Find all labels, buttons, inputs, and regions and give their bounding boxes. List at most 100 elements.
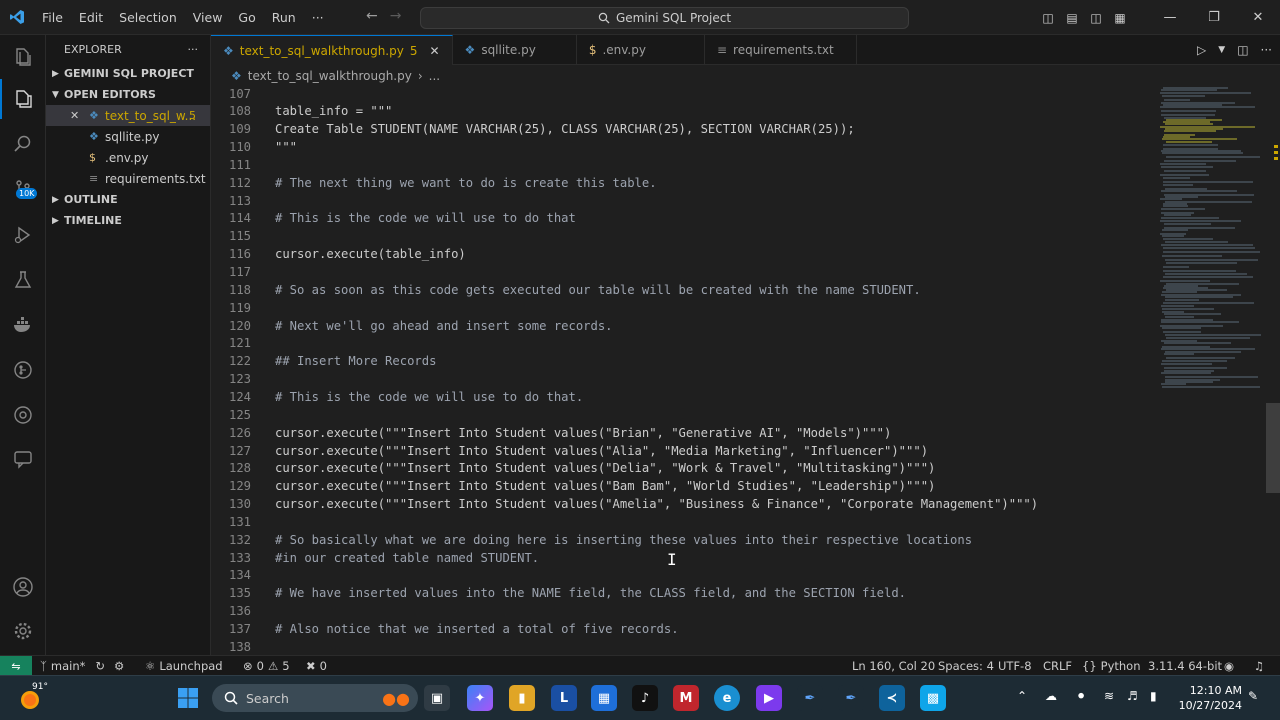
pen-tool-2-icon[interactable]: ✒ xyxy=(838,685,864,711)
more-actions-icon[interactable]: ··· xyxy=(188,43,199,56)
windows-start-icon[interactable] xyxy=(175,685,201,711)
breadcrumb-more[interactable]: ... xyxy=(429,69,440,83)
docker-icon[interactable] xyxy=(0,305,46,345)
remote-desktop-icon[interactable]: ▩ xyxy=(920,685,946,711)
notification-icon[interactable]: ✎ xyxy=(1248,689,1258,703)
code-line[interactable]: 120 # Next we'll go ahead and insert some… xyxy=(211,318,1151,336)
task-view-icon[interactable]: ▣ xyxy=(424,685,450,711)
close-tab-icon[interactable]: ✕ xyxy=(429,44,439,58)
code-line[interactable]: 108 table_info = """ xyxy=(211,103,1151,121)
taskbar-search[interactable]: Search ●● xyxy=(212,684,418,712)
microphone-icon[interactable]: ⚫ xyxy=(1076,689,1086,703)
toggle-panel-icon[interactable]: ▤ xyxy=(1060,0,1084,35)
tab-env[interactable]: $ .env.py xyxy=(577,35,705,65)
code-line[interactable]: 136 xyxy=(211,603,1151,621)
code-line[interactable]: 118 # So as soon as this code gets execut… xyxy=(211,282,1151,300)
copilot-app-icon[interactable]: ✦ xyxy=(467,685,493,711)
end-of-line[interactable]: CRLF xyxy=(1043,656,1072,676)
code-line[interactable]: 115 xyxy=(211,228,1151,246)
testing-flask-icon[interactable] xyxy=(0,260,46,300)
menu-go[interactable]: Go xyxy=(230,0,263,35)
launchpad-button[interactable]: ⚛ Launchpad xyxy=(145,656,223,676)
code-line[interactable]: 129 cursor.execute("""Insert Into Student… xyxy=(211,478,1151,496)
minimize-button[interactable]: — xyxy=(1148,0,1192,35)
tray-chevron-up-icon[interactable]: ⌃ xyxy=(1017,689,1027,703)
open-editor-item[interactable]: ❖ sqllite.py xyxy=(46,126,210,147)
section-outline[interactable]: ▶ OUTLINE xyxy=(46,189,210,210)
search-activity-icon[interactable] xyxy=(0,124,46,164)
code-line[interactable]: 128 cursor.execute("""Insert Into Student… xyxy=(211,460,1151,478)
menu-selection[interactable]: Selection xyxy=(111,0,185,35)
code-line[interactable]: 131 xyxy=(211,514,1151,532)
scrollbar-thumb[interactable] xyxy=(1266,403,1280,493)
problems-indicator[interactable]: ⊗ 0 ⚠ 5 xyxy=(243,656,290,676)
section-open-editors[interactable]: ▼ OPEN EDITORS xyxy=(46,84,210,105)
code-line[interactable]: 107 xyxy=(211,87,1151,103)
account-icon[interactable] xyxy=(0,567,46,607)
code-line[interactable]: 138 xyxy=(211,639,1151,655)
code-line[interactable]: 110 """ xyxy=(211,139,1151,157)
section-project[interactable]: ▶ GEMINI SQL PROJECT xyxy=(46,63,210,84)
close-window-button[interactable]: ✕ xyxy=(1236,0,1280,35)
code-line[interactable]: 134 xyxy=(211,567,1151,585)
video-editor-icon[interactable]: ▶ xyxy=(756,685,782,711)
section-timeline[interactable]: ▶ TIMELINE xyxy=(46,210,210,231)
code-line[interactable]: 130 cursor.execute("""Insert Into Student… xyxy=(211,496,1151,514)
code-line[interactable]: 116 cursor.execute(table_info) xyxy=(211,246,1151,264)
open-editor-item[interactable]: ≡ requirements.txt xyxy=(46,168,210,189)
code-line[interactable]: 109 Create Table STUDENT(NAME VARCHAR(25)… xyxy=(211,121,1151,139)
code-line[interactable]: 125 xyxy=(211,407,1151,425)
notifications-bell-icon[interactable]: ♫ xyxy=(1254,656,1264,676)
code-line[interactable]: 137 # Also notice that we inserted a tota… xyxy=(211,621,1151,639)
volume-icon[interactable]: ♬ xyxy=(1127,689,1138,703)
toggle-secondary-sidebar-icon[interactable]: ◫ xyxy=(1084,0,1108,35)
code-line[interactable]: 121 xyxy=(211,335,1151,353)
menu-run[interactable]: Run xyxy=(264,0,304,35)
split-editor-icon[interactable]: ◫ xyxy=(1237,43,1248,57)
more-actions-icon[interactable]: ··· xyxy=(1261,43,1272,57)
chat-icon[interactable] xyxy=(0,439,46,479)
language-mode[interactable]: {} Python xyxy=(1082,656,1141,676)
tiktok-icon[interactable]: ♪ xyxy=(632,685,658,711)
code-line[interactable]: 114 # This is the code we will use to do … xyxy=(211,210,1151,228)
battery-icon[interactable]: ▮ xyxy=(1150,689,1157,703)
menu-edit[interactable]: Edit xyxy=(71,0,111,35)
breadcrumb-file[interactable]: text_to_sql_walkthrough.py xyxy=(248,69,412,83)
gitlens-icon[interactable] xyxy=(0,350,46,390)
indentation[interactable]: Spaces: 4 xyxy=(938,656,994,676)
tab-sqllite[interactable]: ❖ sqllite.py xyxy=(453,35,577,65)
code-line[interactable]: 112 # The next thing we want to do is cre… xyxy=(211,175,1151,193)
taskbar-clock[interactable]: 12:10 AM 10/27/2024 xyxy=(1179,683,1242,713)
remote-indicator-icon[interactable]: ⇋ xyxy=(0,656,32,676)
code-line[interactable]: 124 # This is the code we will use to do … xyxy=(211,389,1151,407)
code-editor[interactable]: 107 108 table_info = """ 109 Create Table ST… xyxy=(211,87,1280,655)
code-line[interactable]: 117 xyxy=(211,264,1151,282)
code-line[interactable]: 126 cursor.execute("""Insert Into Student… xyxy=(211,425,1151,443)
open-editor-item[interactable]: $ .env.py xyxy=(46,147,210,168)
open-editor-item[interactable]: ✕ ❖ text_to_sql_w... 5 xyxy=(46,105,210,126)
vscode-taskbar-icon[interactable]: ≺ xyxy=(879,685,905,711)
run-debug-icon[interactable] xyxy=(0,215,46,255)
ports-indicator[interactable]: ✖ 0 xyxy=(306,656,327,676)
menu-file[interactable]: File xyxy=(34,0,71,35)
copilot-icon[interactable]: ◉ xyxy=(1224,656,1234,676)
explorer-active-icon[interactable] xyxy=(0,79,46,119)
code-line[interactable]: 135 # We have inserted values into the NA… xyxy=(211,585,1151,603)
restore-button[interactable]: ❐ xyxy=(1192,0,1236,35)
forward-arrow-icon[interactable]: → xyxy=(390,8,402,24)
menu-view[interactable]: View xyxy=(185,0,231,35)
code-line[interactable]: 132 # So basically what we are doing here… xyxy=(211,532,1151,550)
code-line[interactable]: 119 xyxy=(211,300,1151,318)
weather-widget[interactable]: 91° xyxy=(18,682,48,712)
cursor-position[interactable]: Ln 160, Col 20 xyxy=(852,656,935,676)
explorer-files-icon[interactable] xyxy=(0,37,46,77)
code-line[interactable]: 123 xyxy=(211,371,1151,389)
code-line[interactable]: 111 xyxy=(211,157,1151,175)
onedrive-cloud-icon[interactable]: ☁ xyxy=(1045,689,1057,703)
code-line[interactable]: 127 cursor.execute("""Insert Into Student… xyxy=(211,443,1151,461)
settings-gear-icon[interactable] xyxy=(0,611,46,651)
git-graph-icon[interactable]: ⚙ xyxy=(114,656,124,676)
toggle-primary-sidebar-icon[interactable]: ◫ xyxy=(1036,0,1060,35)
code-line[interactable]: 133 #in our created table named STUDENT. xyxy=(211,550,1151,568)
tab-text-to-sql[interactable]: ❖ text_to_sql_walkthrough.py 5 ✕ xyxy=(211,35,453,65)
